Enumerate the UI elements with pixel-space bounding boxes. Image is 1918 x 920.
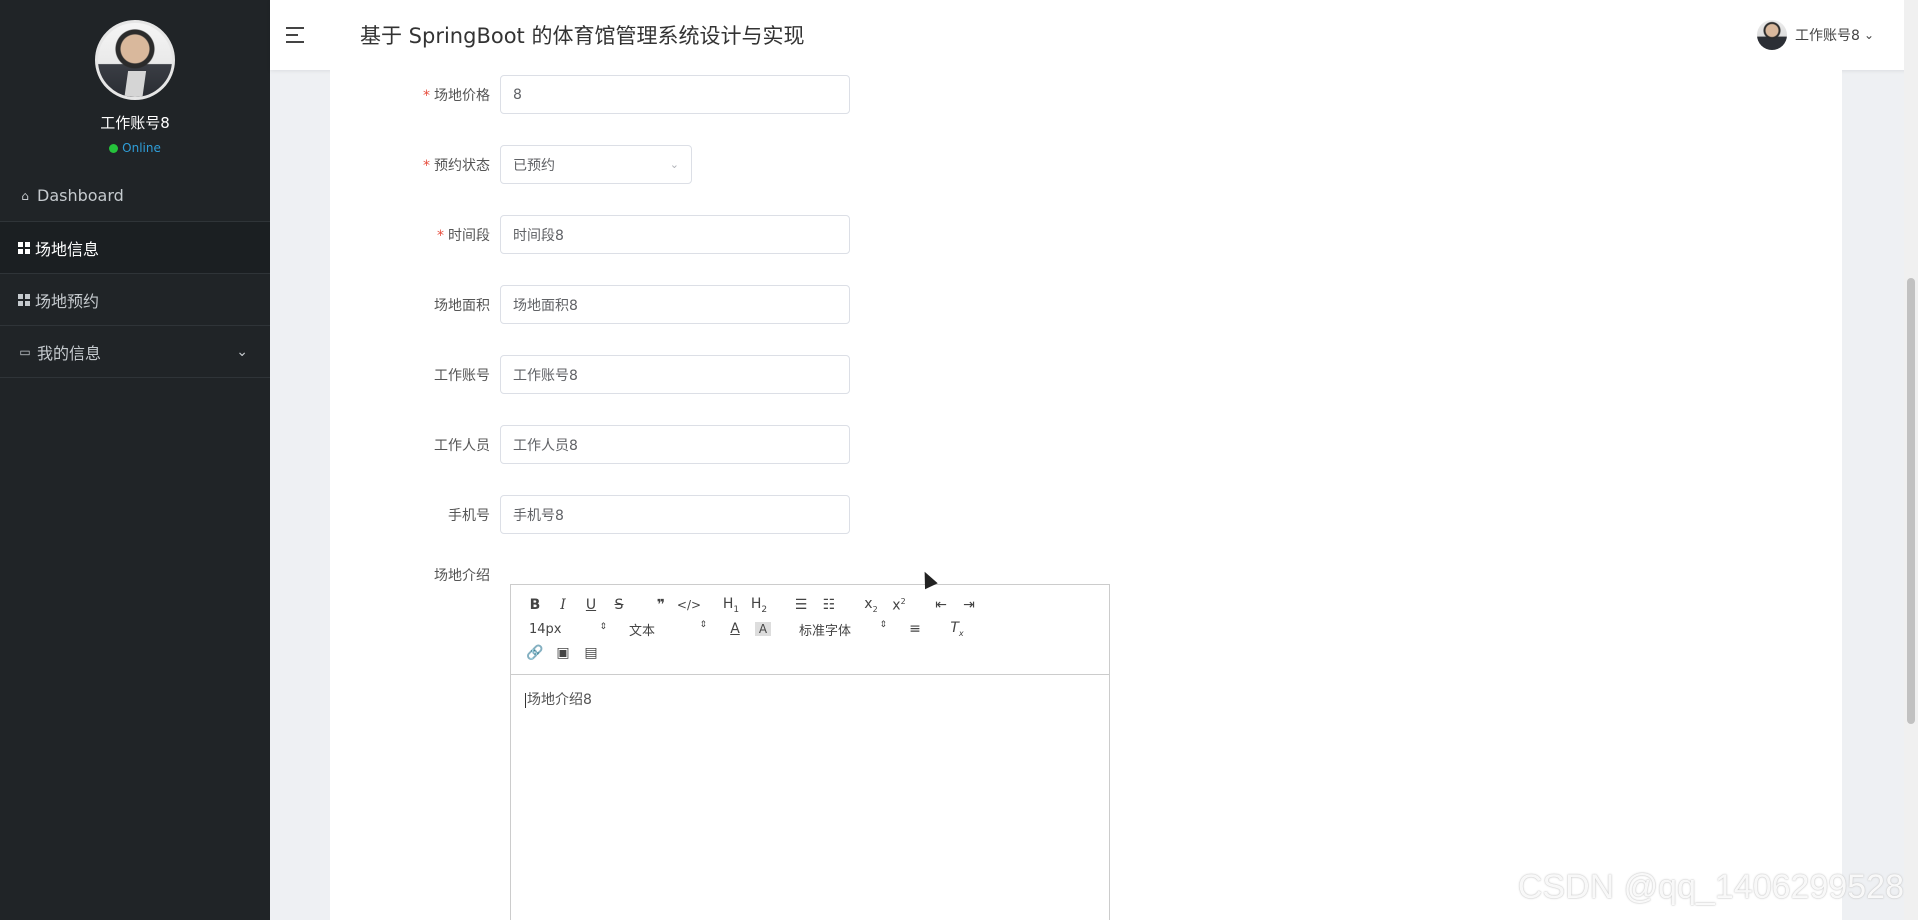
editor-toolbar: B I U S ❞ </> H1 H2 ☰ ☷ x2 x2 ⇤ ⇥ 14px ⇕… (511, 585, 1109, 675)
form-row-status: * 预约状态 已预约 ⌄ (330, 145, 692, 184)
card-icon: ▭ (19, 344, 31, 359)
account-label: 工作账号 (434, 367, 490, 384)
font-color-icon[interactable]: A (721, 621, 749, 637)
chevron-down-icon: ⌄ (1863, 28, 1874, 42)
phone-label: 手机号 (448, 507, 490, 524)
updown-icon: ⇕ (699, 619, 707, 630)
watermark: CSDN @qq_1406299528 (1517, 868, 1904, 906)
intro-text: 场地介绍8 (527, 692, 592, 708)
avatar (1757, 20, 1788, 50)
status-label: Online (122, 141, 161, 155)
italic-icon[interactable]: I (549, 597, 577, 613)
font-size-select[interactable]: 14px ⇕ (521, 622, 607, 637)
price-label: 场地价格 (434, 87, 490, 104)
form-row-timeslot: * 时间段 时间段8 (330, 215, 850, 254)
ordered-list-icon[interactable]: ☰ (787, 597, 815, 613)
phone-field[interactable]: 手机号8 (500, 495, 850, 534)
form-row-price: * 场地价格 8 (330, 75, 850, 114)
heading-1-icon[interactable]: H1 (717, 596, 745, 615)
form-row-account: 工作账号 工作账号8 (330, 355, 850, 394)
timeslot-label: 时间段 (448, 227, 490, 244)
sidebar-item-label: 场地信息 (35, 239, 100, 259)
bullet-list-icon[interactable]: ☷ (815, 597, 843, 613)
home-icon: ⌂ (21, 188, 29, 203)
area-label: 场地面积 (434, 297, 490, 314)
font-family-select[interactable]: 标准字体 ⇕ (791, 620, 887, 639)
staff-label: 工作人员 (434, 437, 490, 454)
sidebar-item-venue-info[interactable]: 场地信息 (0, 222, 270, 274)
blockquote-icon[interactable]: ❞ (647, 597, 675, 613)
scrollbar-thumb[interactable] (1907, 278, 1915, 724)
underline-icon[interactable]: U (577, 597, 605, 613)
online-dot-icon (109, 143, 119, 153)
heading-2-icon[interactable]: H2 (745, 596, 773, 615)
bold-icon[interactable]: B (521, 597, 549, 613)
timeslot-field[interactable]: 时间段8 (500, 215, 850, 254)
sidebar-item-venue-booking[interactable]: 场地预约 (0, 274, 270, 326)
subscript-icon[interactable]: x2 (857, 596, 885, 614)
form-row-phone: 手机号 手机号8 (330, 495, 850, 534)
align-icon[interactable]: ≡ (901, 621, 929, 637)
status-select-value: 已预约 (513, 157, 555, 174)
text-caret (525, 692, 526, 708)
grid-icon (18, 241, 30, 254)
link-icon[interactable]: 🔗 (521, 645, 549, 661)
sidebar: 工作账号8 Online ⌂ Dashboard 场地信息 场地预约 ▭ 我的信… (0, 0, 270, 920)
form-row-staff: 工作人员 工作人员8 (330, 425, 850, 464)
intro-label: 场地介绍 (434, 568, 490, 584)
status-label: 预约状态 (434, 157, 490, 174)
editor-content[interactable]: 场地介绍8 (511, 675, 1109, 723)
code-icon[interactable]: </> (675, 598, 703, 612)
rich-text-editor[interactable]: B I U S ❞ </> H1 H2 ☰ ☷ x2 x2 ⇤ ⇥ 14px ⇕… (510, 584, 1110, 920)
superscript-icon[interactable]: x2 (885, 597, 913, 614)
user-menu[interactable]: 工作账号8 ⌄ (1757, 20, 1874, 50)
updown-icon: ⇕ (879, 619, 887, 630)
user-menu-name: 工作账号8 (1795, 28, 1860, 44)
menu-toggle-button[interactable] (286, 23, 310, 47)
indent-icon[interactable]: ⇥ (955, 597, 983, 613)
profile-card: 工作账号8 Online (0, 0, 270, 170)
form-row-area: 场地面积 场地面积8 (330, 285, 850, 324)
sidebar-item-my-info[interactable]: ▭ 我的信息 ⌄ (0, 326, 270, 378)
background-color-icon[interactable]: A (755, 622, 771, 636)
chevron-down-icon: ⌄ (236, 343, 248, 360)
clear-format-icon[interactable]: Tx (943, 620, 971, 638)
chevron-down-icon: ⌄ (669, 158, 679, 171)
avatar[interactable] (95, 20, 175, 100)
page-title: 基于 SpringBoot 的体育馆管理系统设计与实现 (360, 24, 805, 48)
price-field[interactable]: 8 (500, 75, 850, 114)
updown-icon: ⇕ (599, 621, 607, 632)
sidebar-item-label: 我的信息 (37, 343, 102, 363)
image-icon[interactable]: ▣ (549, 645, 577, 661)
form-row-intro: 场地介绍 (330, 565, 500, 585)
scrollbar[interactable] (1904, 0, 1918, 920)
block-type-select[interactable]: 文本 ⇕ (621, 620, 707, 639)
top-header: 基于 SpringBoot 的体育馆管理系统设计与实现 工作账号8 ⌄ (270, 0, 1918, 70)
form-panel: * 场地价格 8 * 预约状态 已预约 ⌄ * 时间段 时间段8 场地面积 场地面积8… (330, 70, 1842, 920)
sidebar-item-label: Dashboard (37, 186, 124, 205)
strikethrough-icon[interactable]: S (605, 597, 633, 613)
video-icon[interactable]: ▤ (577, 645, 605, 661)
sidebar-item-dashboard[interactable]: ⌂ Dashboard (0, 170, 270, 222)
account-field[interactable]: 工作账号8 (500, 355, 850, 394)
area-field[interactable]: 场地面积8 (500, 285, 850, 324)
sidebar-item-label: 场地预约 (35, 291, 100, 311)
profile-name: 工作账号8 (100, 114, 170, 132)
grid-icon (18, 293, 30, 306)
staff-field[interactable]: 工作人员8 (500, 425, 850, 464)
outdent-icon[interactable]: ⇤ (927, 597, 955, 613)
status-select[interactable]: 已预约 ⌄ (500, 145, 692, 184)
status-badge: Online (109, 141, 161, 155)
